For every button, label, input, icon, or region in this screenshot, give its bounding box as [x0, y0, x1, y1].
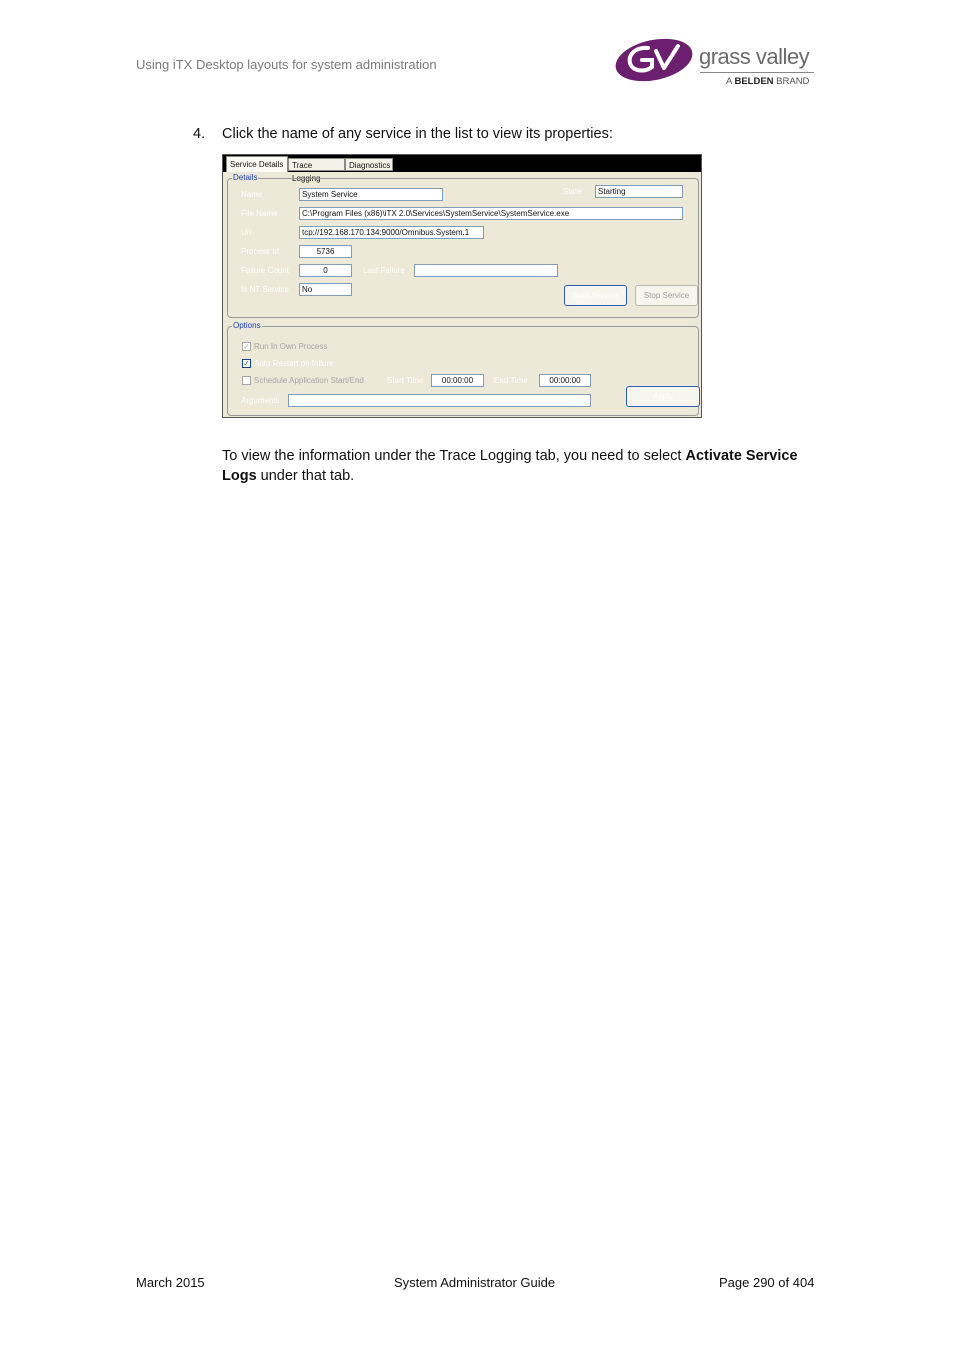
- logo-tagline: A BELDEN BRAND: [726, 76, 810, 87]
- auto-restart-checkbox[interactable]: ✓: [242, 359, 251, 368]
- service-properties-screenshot: Service Details Trace Logging Diagnostic…: [222, 154, 702, 418]
- stop-service-button[interactable]: Stop Service: [635, 285, 698, 306]
- failure-count-field[interactable]: 0: [299, 264, 352, 277]
- schedule-label: Schedule Application Start/End: [254, 376, 364, 385]
- uri-label: Uri: [241, 228, 252, 237]
- state-label: State: [563, 187, 582, 196]
- nt-service-field[interactable]: No: [299, 283, 352, 296]
- step-number: 4.: [193, 126, 206, 142]
- end-time-label: End Time: [494, 376, 528, 385]
- logo-wordmark: grass valley: [699, 44, 810, 69]
- logo-rule: [700, 72, 814, 73]
- tab-diagnostics[interactable]: Diagnostics: [345, 158, 393, 171]
- instruction-paragraph: To view the information under the Trace …: [222, 448, 798, 484]
- footer-guide-title: System Administrator Guide: [394, 1275, 556, 1290]
- arguments-field[interactable]: [288, 394, 591, 407]
- tab-trace-logging[interactable]: Trace Logging: [288, 158, 345, 183]
- grass-valley-logo: grass valley A BELDEN BRAND: [614, 36, 820, 92]
- running-header: Using iTX Desktop layouts for system adm…: [136, 57, 437, 72]
- details-title: Details: [232, 173, 259, 183]
- last-failure-field[interactable]: [414, 264, 558, 277]
- tab-bar: Service Details Trace Logging Diagnostic…: [223, 155, 701, 183]
- nt-service-label: Is NT Service: [241, 285, 289, 294]
- footer-page-number: Page 290 of 404: [719, 1275, 815, 1290]
- run-own-process-checkbox[interactable]: ✓: [242, 342, 251, 351]
- name-label: Name: [241, 190, 263, 199]
- schedule-checkbox[interactable]: [242, 376, 251, 385]
- last-failure-label: Last Failure: [363, 266, 405, 275]
- uri-field[interactable]: tcp://192.168.170.134:9000/Omnibus.Syste…: [299, 226, 484, 239]
- filename-field[interactable]: C:\Program Files (x86)\iTX 2.0\Services\…: [299, 207, 683, 220]
- step-text: Click the name of any service in the lis…: [222, 126, 613, 142]
- start-service-button[interactable]: Start Service: [564, 285, 627, 306]
- end-time-field[interactable]: 00:00:00: [539, 374, 591, 387]
- start-time-field[interactable]: 00:00:00: [431, 374, 484, 387]
- start-time-label: Start Time: [387, 376, 424, 385]
- run-own-process-label: Run In Own Process: [254, 342, 328, 351]
- details-group: Details: [227, 173, 699, 318]
- filename-label: File Name: [241, 209, 278, 218]
- process-id-label: Process Id: [241, 247, 279, 256]
- name-field[interactable]: System Service: [299, 188, 443, 201]
- gv-logo-icon: [615, 38, 693, 82]
- apply-button[interactable]: Apply: [626, 386, 700, 407]
- auto-restart-label: Auto Restart on failure: [254, 359, 334, 368]
- tab-service-details[interactable]: Service Details: [226, 156, 288, 172]
- failure-count-label: Failure Count: [241, 266, 290, 275]
- process-id-field[interactable]: 5736: [299, 245, 352, 258]
- state-field[interactable]: Starting: [595, 185, 683, 198]
- footer-date: March 2015: [136, 1275, 205, 1290]
- arguments-label: Arguments: [241, 396, 280, 405]
- step-4: 4. Click the name of any service in the l…: [193, 126, 613, 142]
- options-title: Options: [232, 321, 262, 331]
